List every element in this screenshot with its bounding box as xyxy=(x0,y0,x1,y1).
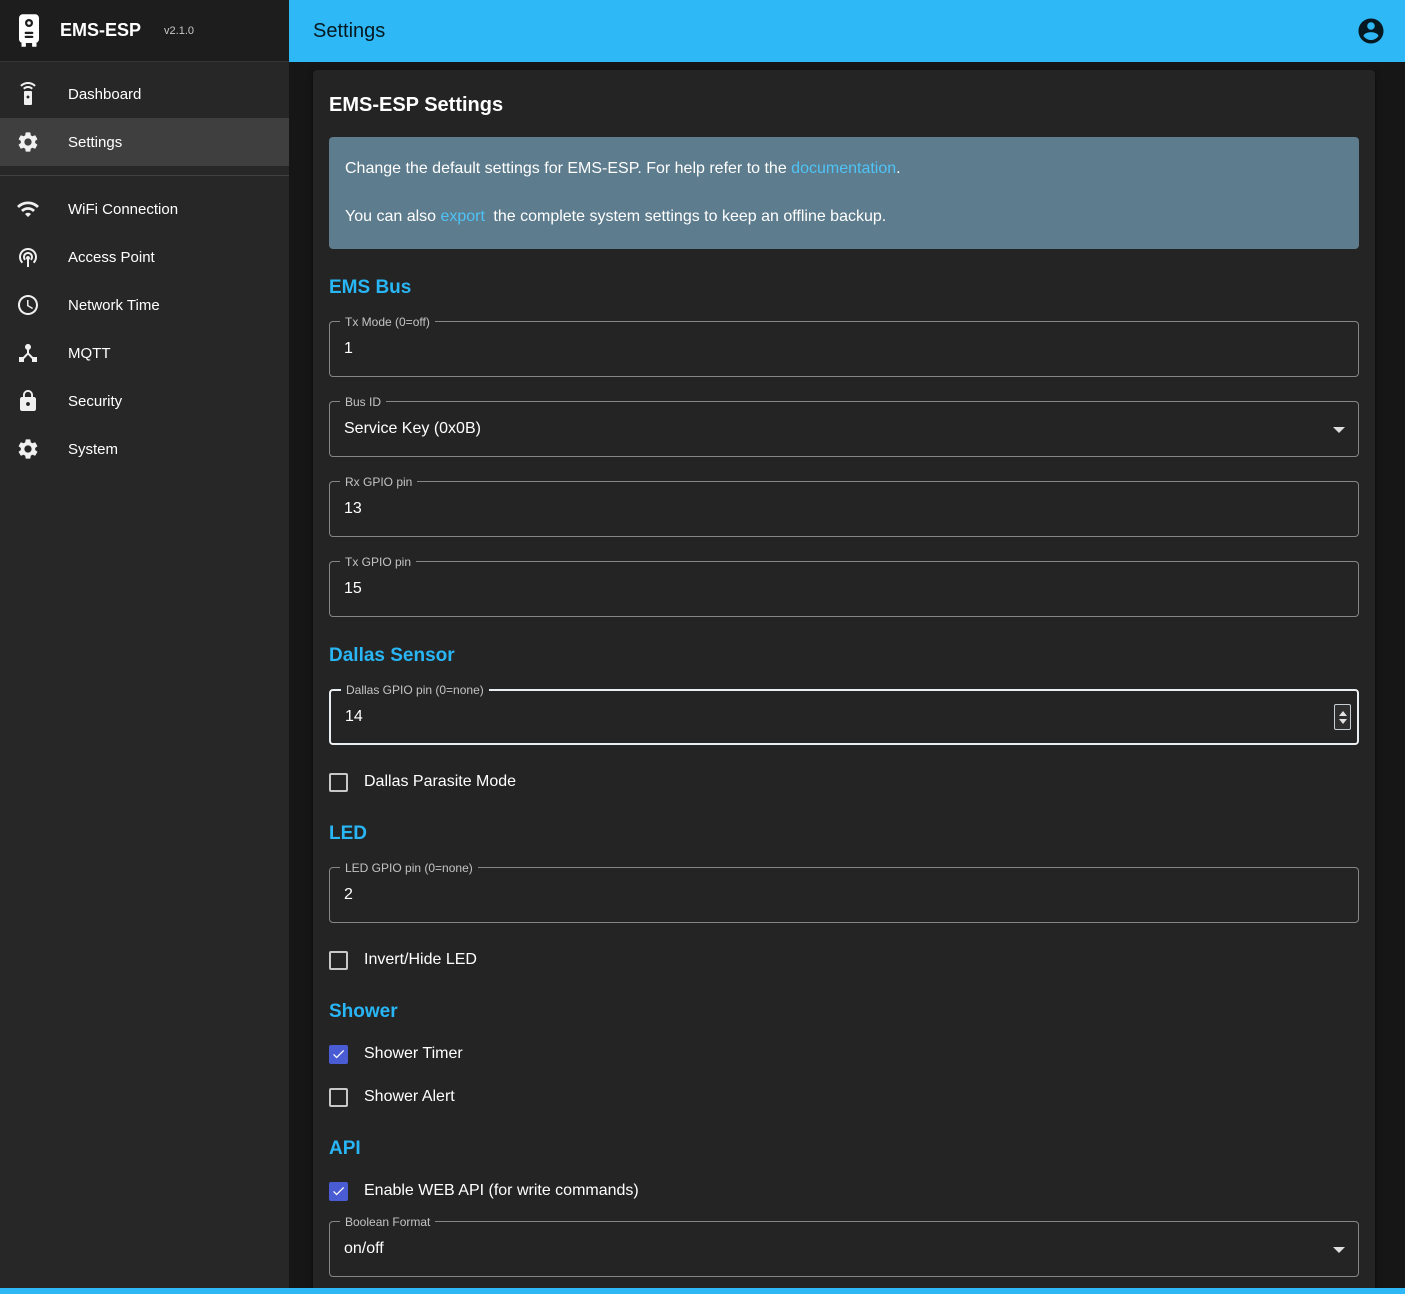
checkbox-label: Invert/Hide LED xyxy=(364,951,477,969)
section-heading-led: LED xyxy=(329,823,1359,845)
sidebar-item-security[interactable]: Security xyxy=(0,377,289,425)
wifi-tethering-icon xyxy=(16,245,40,269)
led-gpio-input[interactable] xyxy=(330,868,1358,922)
app-version: v2.1.0 xyxy=(164,25,194,37)
sidebar-divider xyxy=(0,175,289,176)
dallas-gpio-label: Dallas GPIO pin (0=none) xyxy=(341,683,489,697)
export-link[interactable]: export xyxy=(440,208,484,225)
sidebar-item-system[interactable]: System xyxy=(0,425,289,473)
sidebar-item-label: WiFi Connection xyxy=(68,201,178,218)
info-text: You can also xyxy=(345,208,440,225)
sidebar-item-label: Network Time xyxy=(68,297,160,314)
sidebar: EMS-ESP v2.1.0 Dashboard Settings xyxy=(0,0,289,1294)
clock-icon xyxy=(16,293,40,317)
app-root: EMS-ESP v2.1.0 Dashboard Settings xyxy=(0,0,1405,1294)
checkbox-icon xyxy=(329,1182,348,1201)
page-title: Settings xyxy=(313,20,385,43)
checkbox-shower-alert[interactable]: Shower Alert xyxy=(329,1084,1359,1110)
bus-id-label: Bus ID xyxy=(340,395,386,409)
lock-icon xyxy=(16,389,40,413)
rx-gpio-input[interactable] xyxy=(330,482,1358,536)
spinner-up-icon[interactable] xyxy=(1339,711,1347,716)
sidebar-item-settings[interactable]: Settings xyxy=(0,118,289,166)
section-heading-api: API xyxy=(329,1138,1359,1160)
checkbox-dallas-parasite[interactable]: Dallas Parasite Mode xyxy=(329,769,1359,795)
info-line-1: Change the default settings for EMS-ESP.… xyxy=(345,157,1343,181)
device-hub-icon xyxy=(16,341,40,365)
info-text: Change the default settings for EMS-ESP.… xyxy=(345,160,791,177)
tx-mode-input[interactable] xyxy=(330,322,1358,376)
checkbox-label: Shower Alert xyxy=(364,1088,455,1106)
checkbox-enable-web-api[interactable]: Enable WEB API (for write commands) xyxy=(329,1178,1359,1204)
documentation-link[interactable]: documentation xyxy=(791,160,896,177)
checkbox-label: Enable WEB API (for write commands) xyxy=(364,1182,639,1200)
checkbox-label: Dallas Parasite Mode xyxy=(364,773,516,791)
tx-gpio-field: Tx GPIO pin xyxy=(329,561,1359,617)
bottom-accent-bar xyxy=(0,1288,1405,1294)
bus-id-value: Service Key (0x0B) xyxy=(330,402,1358,456)
sidebar-item-label: System xyxy=(68,441,118,458)
system-gear-icon xyxy=(16,437,40,461)
boolean-format-value: on/off xyxy=(330,1222,1358,1276)
checkbox-shower-timer[interactable]: Shower Timer xyxy=(329,1041,1359,1067)
info-text: the complete system settings to keep an … xyxy=(489,208,886,225)
number-spinner[interactable] xyxy=(1334,704,1351,730)
content-area: EMS-ESP Settings Change the default sett… xyxy=(289,62,1405,1294)
info-box: Change the default settings for EMS-ESP.… xyxy=(329,137,1359,249)
chevron-down-icon xyxy=(1333,1247,1345,1253)
sidebar-item-wifi-connection[interactable]: WiFi Connection xyxy=(0,185,289,233)
sidebar-item-label: Security xyxy=(68,393,122,410)
checkbox-icon xyxy=(329,773,348,792)
rx-gpio-label: Rx GPIO pin xyxy=(340,475,417,489)
section-heading-dallas-sensor: Dallas Sensor xyxy=(329,645,1359,667)
info-text: . xyxy=(896,160,900,177)
sidebar-item-dashboard[interactable]: Dashboard xyxy=(0,70,289,118)
tx-mode-field: Tx Mode (0=off) xyxy=(329,321,1359,377)
rx-gpio-field: Rx GPIO pin xyxy=(329,481,1359,537)
card-title: EMS-ESP Settings xyxy=(329,94,1359,117)
appbar: Settings xyxy=(289,0,1405,62)
chevron-down-icon xyxy=(1333,427,1345,433)
ems-esp-logo-icon xyxy=(14,13,44,49)
sidebar-item-label: MQTT xyxy=(68,345,111,362)
led-gpio-label: LED GPIO pin (0=none) xyxy=(340,861,478,875)
account-button[interactable] xyxy=(1355,15,1387,47)
sidebar-item-label: Access Point xyxy=(68,249,155,266)
account-circle-icon xyxy=(1356,16,1386,46)
checkbox-label: Shower Timer xyxy=(364,1045,463,1063)
bus-id-select[interactable]: Bus ID Service Key (0x0B) xyxy=(329,401,1359,457)
section-heading-ems-bus: EMS Bus xyxy=(329,277,1359,299)
section-heading-shower: Shower xyxy=(329,1001,1359,1023)
checkbox-icon xyxy=(329,1045,348,1064)
spinner-down-icon[interactable] xyxy=(1339,719,1347,724)
remote-control-icon xyxy=(16,82,40,106)
main-area: Settings EMS-ESP Settings Change the def… xyxy=(289,0,1405,1294)
tx-mode-label: Tx Mode (0=off) xyxy=(340,315,435,329)
sidebar-nav: Dashboard Settings WiFi Connection Acc xyxy=(0,62,289,473)
app-title: EMS-ESP xyxy=(60,20,141,41)
boolean-format-select[interactable]: Boolean Format on/off xyxy=(329,1221,1359,1277)
led-gpio-field: LED GPIO pin (0=none) xyxy=(329,867,1359,923)
checkbox-icon xyxy=(329,1088,348,1107)
tx-gpio-label: Tx GPIO pin xyxy=(340,555,416,569)
tx-gpio-input[interactable] xyxy=(330,562,1358,616)
sidebar-item-network-time[interactable]: Network Time xyxy=(0,281,289,329)
sidebar-item-label: Dashboard xyxy=(68,86,141,103)
info-line-2: You can also export the complete system … xyxy=(345,205,1343,229)
settings-card: EMS-ESP Settings Change the default sett… xyxy=(313,70,1375,1294)
sidebar-item-access-point[interactable]: Access Point xyxy=(0,233,289,281)
boolean-format-label: Boolean Format xyxy=(340,1215,435,1229)
dallas-gpio-input[interactable] xyxy=(331,691,1357,743)
wifi-icon xyxy=(16,197,40,221)
checkbox-icon xyxy=(329,951,348,970)
dallas-gpio-field: Dallas GPIO pin (0=none) xyxy=(329,689,1359,745)
sidebar-item-label: Settings xyxy=(68,134,122,151)
gear-icon xyxy=(16,130,40,154)
checkbox-invert-led[interactable]: Invert/Hide LED xyxy=(329,947,1359,973)
sidebar-item-mqtt[interactable]: MQTT xyxy=(0,329,289,377)
sidebar-header: EMS-ESP v2.1.0 xyxy=(0,0,289,62)
